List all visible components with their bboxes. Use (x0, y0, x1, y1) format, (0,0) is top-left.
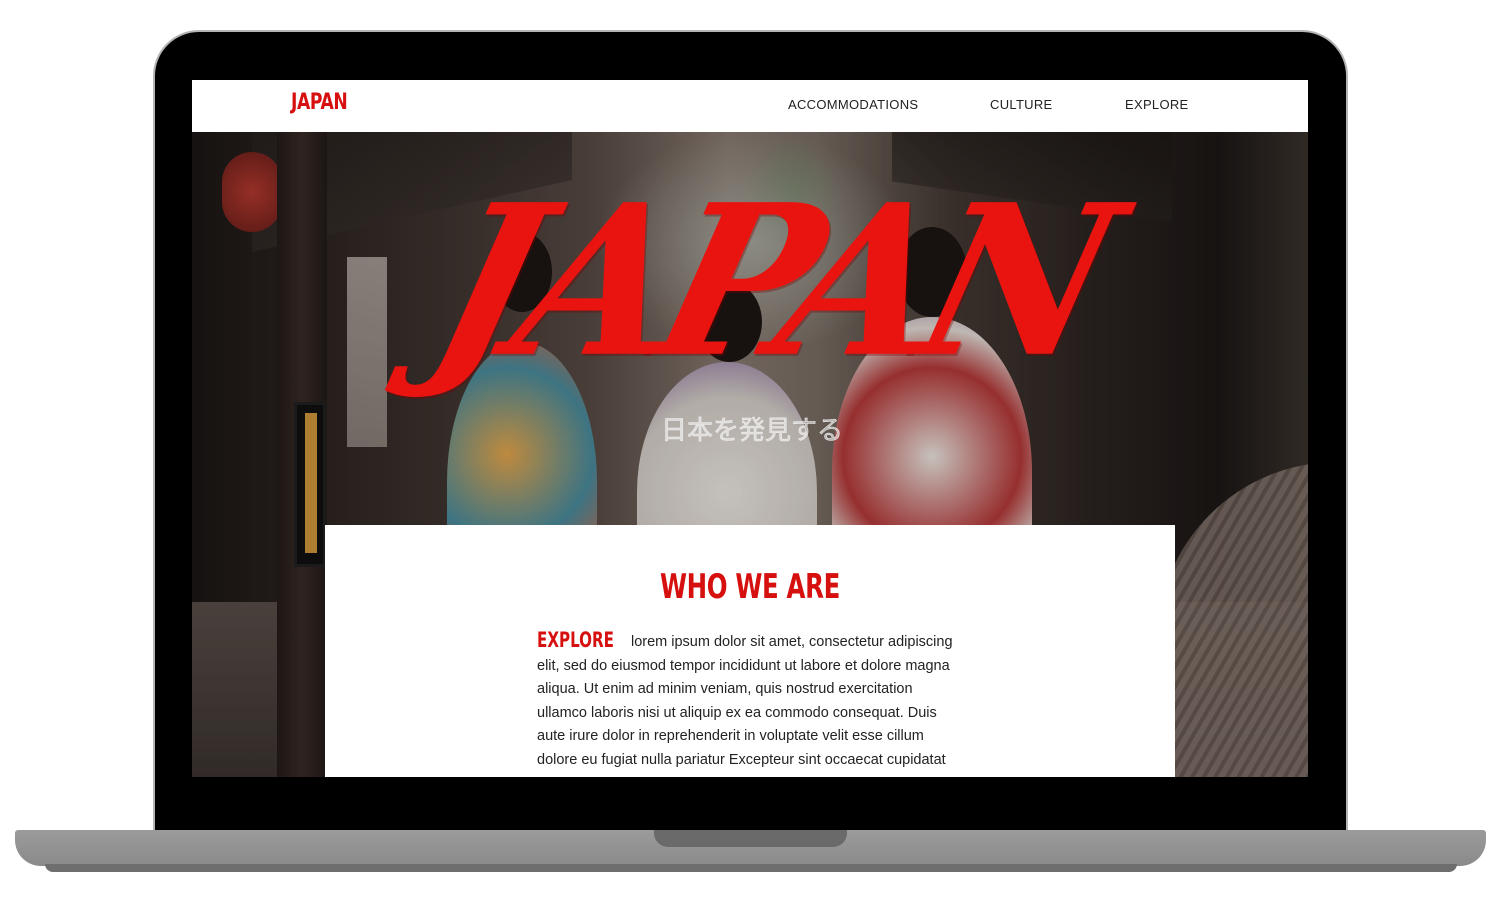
laptop-notch (654, 830, 847, 847)
about-card: WHO WE ARE EXPLORE lorem ipsum dolor sit… (325, 525, 1175, 777)
laptop-screen: JAPAN 日本を発見する WHO WE ARE EXPLORE lorem i… (192, 80, 1308, 777)
about-body-text: lorem ipsum dolor sit amet, consectetur … (537, 634, 953, 777)
hero-subtitle: 日本を発見する (660, 416, 844, 447)
nav-accommodations[interactable]: ACCOMMODATIONS (788, 97, 918, 112)
site-header: JAPAN ACCOMMODATIONS CULTURE EXPLORE (192, 80, 1308, 132)
about-lead-word: EXPLORE (537, 628, 614, 652)
about-heading: WHO WE ARE (660, 567, 840, 607)
hero-title: JAPAN (412, 159, 1128, 404)
nav-explore[interactable]: EXPLORE (1125, 97, 1189, 112)
main-nav: ACCOMMODATIONS CULTURE EXPLORE (788, 97, 1188, 112)
about-paragraph: EXPLORE lorem ipsum dolor sit amet, cons… (537, 628, 962, 777)
nav-culture[interactable]: CULTURE (990, 97, 1053, 112)
hero-section: JAPAN 日本を発見する WHO WE ARE EXPLORE lorem i… (192, 132, 1308, 777)
laptop-foot (45, 864, 1457, 872)
site-logo[interactable]: JAPAN (291, 90, 348, 115)
